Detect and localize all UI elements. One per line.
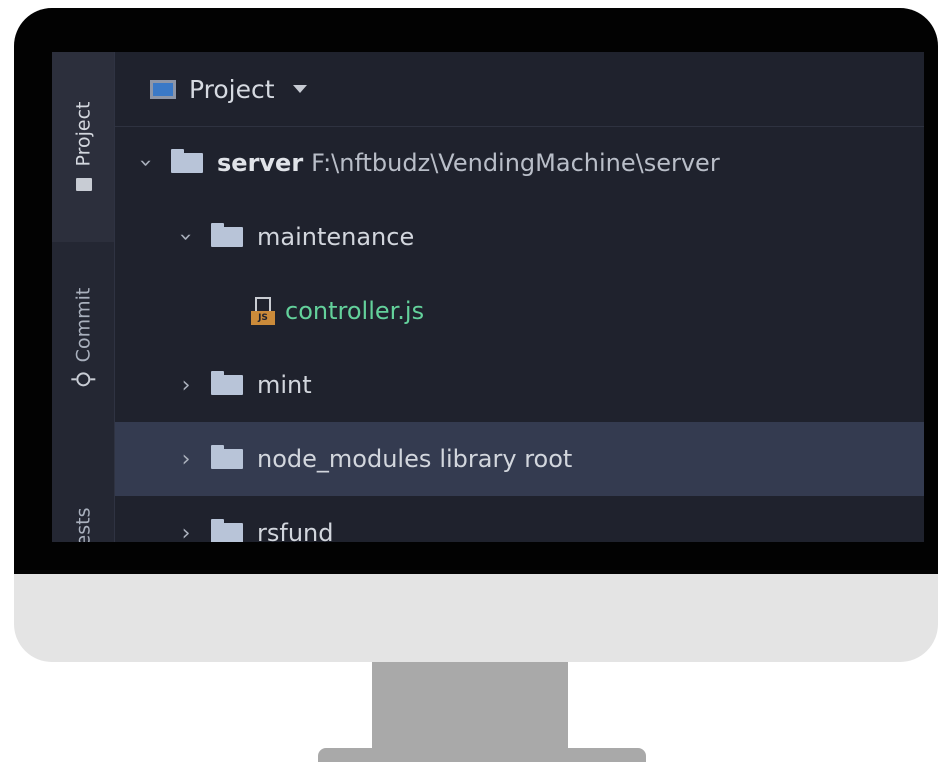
tree-item-label: rsfund — [257, 519, 334, 542]
tree-item-label: server — [217, 149, 304, 177]
tree-row-node-modules[interactable]: › node_modules library root — [115, 422, 924, 496]
tool-tab-commit-label: Commit — [72, 287, 95, 363]
ide-screen: Project Commit ests Project › server F:\… — [52, 52, 924, 542]
tool-tab-commit[interactable]: Commit — [52, 252, 114, 422]
tree-item-label: controller.js — [285, 297, 425, 325]
panel-title: Project — [189, 74, 275, 104]
js-file-icon: JS — [251, 297, 275, 325]
folder-icon — [211, 223, 243, 247]
folder-icon — [211, 519, 243, 542]
tree-item-path: F:\nftbudz\VendingMachine\server — [311, 149, 720, 177]
library-root-label: library root — [439, 445, 573, 473]
tool-tab-tests[interactable]: ests — [52, 472, 114, 542]
project-panel: Project › server F:\nftbudz\VendingMachi… — [115, 52, 924, 542]
chevron-right-icon[interactable]: › — [175, 373, 197, 398]
chevron-down-icon[interactable]: › — [134, 152, 159, 174]
tool-tab-project-label: Project — [72, 101, 95, 167]
tree-row-server[interactable]: › server F:\nftbudz\VendingMachine\serve… — [115, 126, 924, 200]
tree-item-label: node_modules — [257, 445, 432, 473]
monitor-stand-base — [318, 748, 646, 762]
commit-icon — [76, 372, 91, 387]
chevron-right-icon[interactable]: › — [175, 521, 197, 543]
folder-icon — [211, 445, 243, 469]
tree-row-mint[interactable]: › mint — [115, 348, 924, 422]
dropdown-arrow-icon[interactable] — [292, 85, 307, 93]
tool-tab-tests-label: ests — [72, 507, 94, 542]
tree-row-rsfund[interactable]: › rsfund — [115, 496, 924, 542]
chevron-down-icon[interactable]: › — [174, 226, 199, 248]
tool-window-strip: Project Commit ests — [52, 52, 115, 542]
monitor-frame: Project Commit ests Project › server F:\… — [14, 8, 938, 662]
tree-item-label: maintenance — [257, 223, 415, 251]
folder-icon — [211, 371, 243, 395]
tree-row-controller-js[interactable]: JS controller.js — [115, 274, 924, 348]
folder-icon — [171, 149, 203, 173]
window-icon — [150, 79, 176, 99]
tree-item-label: mint — [257, 371, 312, 399]
monitor-bezel: Project Commit ests Project › server F:\… — [14, 8, 938, 574]
tree-row-maintenance[interactable]: › maintenance — [115, 200, 924, 274]
project-panel-header[interactable]: Project — [115, 52, 924, 127]
chevron-right-icon[interactable]: › — [175, 447, 197, 472]
tool-tab-project[interactable]: Project — [52, 52, 114, 242]
folder-icon — [75, 178, 92, 192]
monitor-stand — [372, 662, 568, 756]
